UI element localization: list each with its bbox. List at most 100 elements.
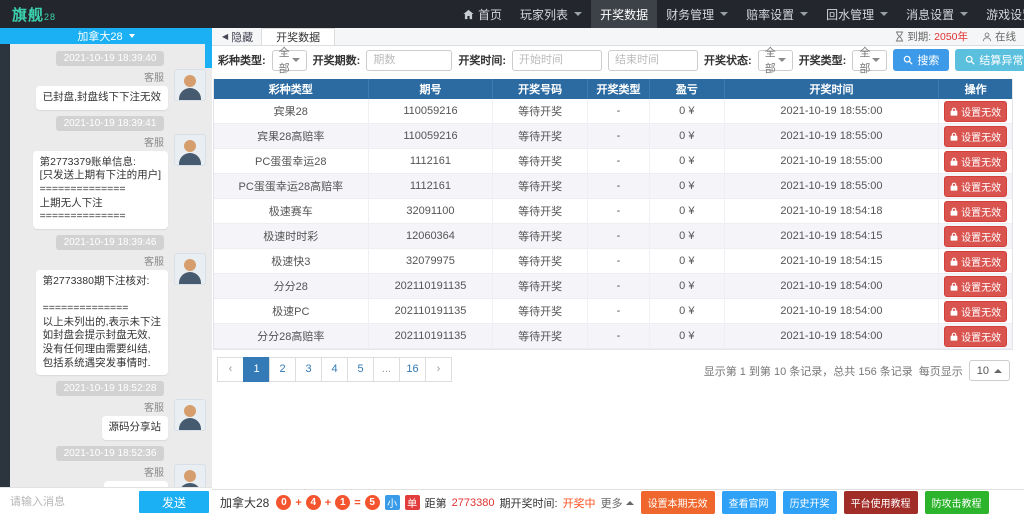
- history-draws-button[interactable]: 历史开奖: [782, 491, 837, 514]
- cell-draw-time: 2021-10-19 18:55:00: [725, 174, 940, 198]
- online-status[interactable]: 在线: [982, 29, 1016, 44]
- cell-draw-code: 等待开奖: [493, 174, 589, 198]
- cell-profit: 0 ¥: [650, 199, 725, 223]
- cell-draw-type: -: [588, 324, 650, 348]
- cell-period: 1112161: [369, 174, 494, 198]
- nav-item-draw-data[interactable]: 开奖数据: [591, 0, 658, 28]
- set-invalid-button[interactable]: 设置无效: [944, 125, 1008, 147]
- table-body: 宾果28 110059216 等待开奖 - 0 ¥ 2021-10-19 18:…: [214, 99, 1012, 349]
- set-invalid-label: 设置无效: [961, 307, 1002, 319]
- lock-icon: [950, 157, 958, 166]
- anti-attack-tutorial-button[interactable]: 防攻击教程: [924, 491, 989, 514]
- nav-item-odds[interactable]: 赔率设置: [737, 0, 817, 28]
- lock-icon: [950, 132, 958, 141]
- chevron-up-icon: [625, 500, 634, 505]
- nav-item-rebate[interactable]: 回水管理: [817, 0, 897, 28]
- chat-message: 客服 已封盘,封盘线下下注无效: [14, 69, 206, 110]
- draw-status-select[interactable]: 全部: [757, 47, 793, 75]
- set-invalid-button[interactable]: 设置无效: [944, 175, 1008, 197]
- chat-message-input[interactable]: [0, 488, 132, 515]
- chat-sidebar: 加拿大28 2021-10-19 18:39:40 客服 已封盘,封盘线下下注无…: [0, 28, 212, 515]
- set-invalid-button[interactable]: 设置无效: [944, 275, 1008, 297]
- chat-sender-label: 客服: [144, 403, 164, 415]
- cell-draw-time: 2021-10-19 18:54:18: [725, 199, 940, 223]
- next-page-button[interactable]: ›: [425, 357, 452, 382]
- cell-period: 110059216: [369, 124, 494, 148]
- send-button[interactable]: 发送: [139, 491, 209, 513]
- expire-status: 到期: 2050年: [895, 29, 968, 44]
- start-time-input[interactable]: [512, 49, 603, 71]
- avatar-head: [184, 469, 196, 482]
- end-time-input[interactable]: [608, 49, 699, 71]
- nav-item-home[interactable]: 首页: [454, 0, 511, 28]
- page-button-16[interactable]: 16: [399, 357, 426, 382]
- chat-input-bar: 发送: [0, 487, 212, 515]
- more-toggle[interactable]: 更多: [601, 495, 634, 511]
- tab-draw-data[interactable]: 开奖数据: [261, 28, 336, 45]
- page-button-3[interactable]: 3: [295, 357, 322, 382]
- chevron-up-icon: [994, 368, 1002, 373]
- set-invalid-button[interactable]: 设置无效: [944, 300, 1008, 322]
- chat-message-list[interactable]: 2021-10-19 18:39:40 客服 已封盘,封盘线下下注无效 2021…: [10, 44, 212, 487]
- nav-label: 消息设置: [906, 7, 955, 22]
- page-size-select[interactable]: 10: [968, 360, 1010, 381]
- cell-draw-time: 2021-10-19 18:55:00: [725, 99, 940, 123]
- set-invalid-button[interactable]: 设置无效: [944, 325, 1008, 347]
- brand-logo[interactable]: 旗舰28: [12, 4, 56, 25]
- collapse-left-icon: ◀: [222, 32, 229, 41]
- page-button-2[interactable]: 2: [269, 357, 296, 382]
- bottom-action-bar: 加拿大28 0 + 4 + 1 = 5 小 单 距第 2773380 期开奖时间…: [212, 489, 1024, 515]
- settle-label: 结算异常: [979, 55, 1024, 67]
- nav-item-players[interactable]: 玩家列表: [511, 0, 591, 28]
- more-label: 更多: [600, 497, 623, 510]
- set-invalid-button[interactable]: 设置无效: [944, 200, 1008, 222]
- top-navbar: 旗舰28 首页 玩家列表 开奖数据 财务管理 赔率设置 回水管理 消息设置 游戏…: [0, 0, 1024, 28]
- set-invalid-button[interactable]: 设置无效: [944, 225, 1008, 247]
- settlement-error-button[interactable]: 结算异常: [955, 49, 1024, 71]
- avatar-head: [184, 405, 196, 418]
- page-button-1[interactable]: 1: [243, 357, 270, 382]
- lottery-type-select[interactable]: 全部: [271, 47, 307, 75]
- nav-label: 财务管理: [666, 7, 715, 22]
- equals-sign: =: [354, 496, 361, 509]
- nav-item-finance[interactable]: 财务管理: [657, 0, 737, 28]
- set-invalid-button[interactable]: 设置无效: [944, 250, 1008, 272]
- nav-item-messages[interactable]: 消息设置: [897, 0, 977, 28]
- view-official-site-button[interactable]: 查看官网: [721, 491, 776, 514]
- col-header-draw-time: 开奖时间: [725, 79, 940, 99]
- chevron-down-icon: [872, 58, 881, 62]
- nav-item-game-settings[interactable]: 游戏设置: [977, 0, 1024, 28]
- page-button-5[interactable]: 5: [347, 357, 374, 382]
- table-header-row: 彩种类型 期号 开奖号码 开奖类型 盈亏 开奖时间 操作: [214, 79, 1012, 99]
- search-icon: [903, 55, 913, 65]
- cell-lottery-type: 分分28高赔率: [214, 324, 369, 348]
- cell-profit: 0 ¥: [650, 324, 725, 348]
- chat-group: 2021-10-19 18:52:28 客服 源码分享站: [14, 381, 206, 440]
- draw-result-ball: 5: [364, 495, 380, 510]
- avatar-body: [179, 88, 201, 100]
- table-row: 极速快3 32079975 等待开奖 - 0 ¥ 2021-10-19 18:5…: [214, 249, 1012, 274]
- hide-panel-button[interactable]: ◀ 隐藏: [212, 28, 261, 45]
- set-invalid-button[interactable]: 设置无效: [944, 100, 1008, 122]
- cell-draw-type: -: [588, 224, 650, 248]
- cell-period: 202110191135: [369, 324, 494, 348]
- avatar-head: [184, 75, 196, 87]
- set-invalid-button[interactable]: 设置无效: [944, 150, 1008, 172]
- chat-message: 客服 ymfxz.com: [14, 463, 206, 487]
- cell-lottery-type: 极速赛车: [214, 199, 369, 223]
- period-input[interactable]: [366, 49, 453, 71]
- pagination-summary: 显示第 1 到第 10 条记录，总共 156 条记录 每页显示 10: [704, 360, 1010, 381]
- nav-label: 玩家列表: [520, 7, 569, 22]
- search-button[interactable]: 搜索: [893, 49, 950, 71]
- cell-period: 202110191135: [369, 299, 494, 323]
- set-current-invalid-button[interactable]: 设置本期无效: [640, 491, 715, 514]
- avatar: [174, 399, 206, 432]
- prev-page-button[interactable]: ‹: [217, 357, 244, 382]
- platform-tutorial-button[interactable]: 平台使用教程: [843, 491, 918, 514]
- page-button-4[interactable]: 4: [321, 357, 348, 382]
- set-invalid-label: 设置无效: [961, 132, 1002, 144]
- chat-game-selector[interactable]: 加拿大28: [0, 28, 212, 44]
- draw-type-select[interactable]: 全部: [852, 47, 888, 75]
- chat-bubble: 第2773379账单信息: [只发送上期有下注的用户] ============…: [32, 150, 168, 229]
- pagination: ‹ 1 2 3 4 5 ... 16 ›: [217, 357, 452, 382]
